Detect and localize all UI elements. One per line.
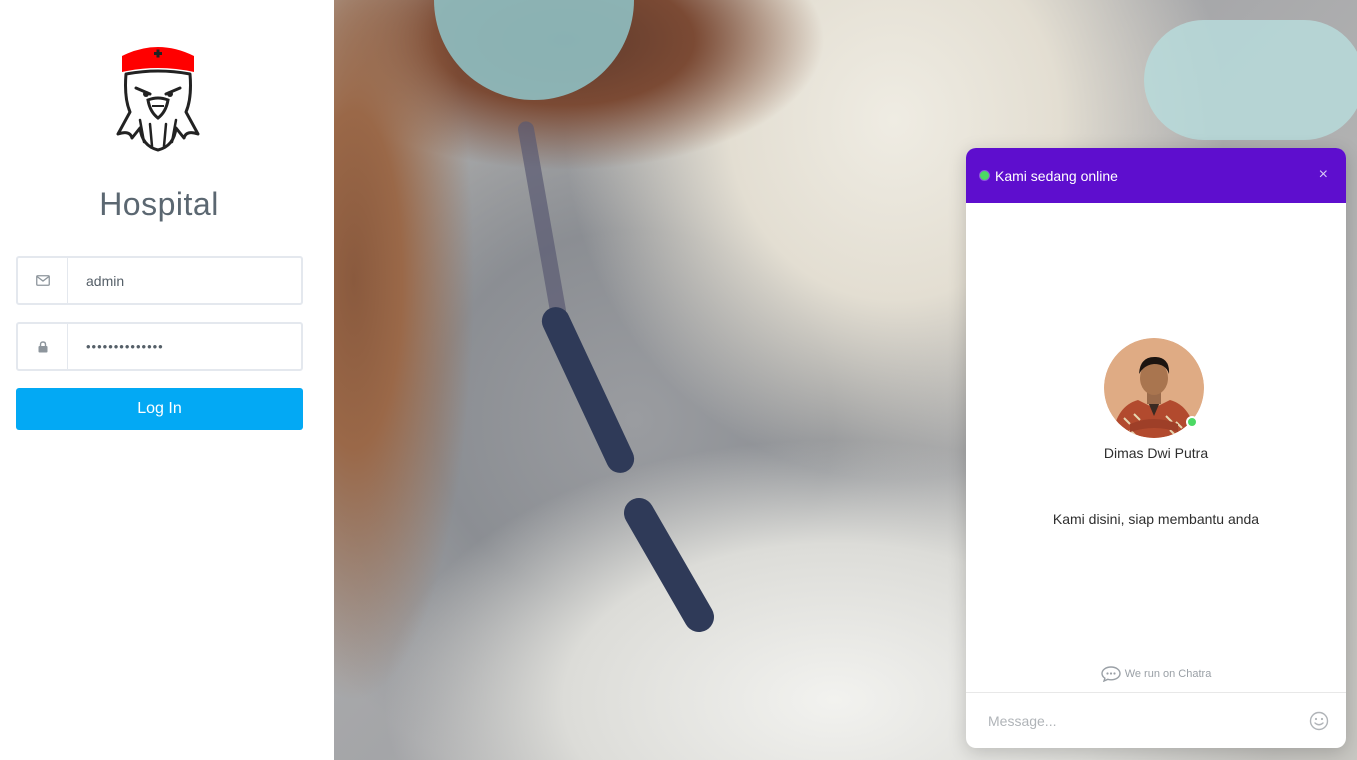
tube-shape <box>618 492 720 638</box>
agent-name: Dimas Dwi Putra <box>1103 445 1209 461</box>
message-bar <box>966 692 1346 748</box>
login-page: Hospital Log In <box>0 0 1357 760</box>
tube-shape <box>516 120 568 320</box>
email-field[interactable] <box>16 256 303 305</box>
login-button[interactable]: Log In <box>16 388 303 430</box>
powered-by-label: We run on Chatra <box>1124 668 1212 680</box>
emoji-icon[interactable] <box>1292 693 1346 748</box>
greeting-message: Kami disini, siap membantu anda <box>1052 511 1260 527</box>
email-input[interactable] <box>68 258 301 303</box>
password-field[interactable] <box>16 322 303 371</box>
login-panel: Hospital Log In <box>0 0 334 760</box>
surgical-mask-shape <box>434 0 634 100</box>
agent-avatar <box>1104 338 1204 438</box>
chat-bubble-icon <box>1100 666 1121 682</box>
powered-by-link[interactable]: We run on Chatra <box>966 666 1346 682</box>
tube-shape <box>537 302 639 478</box>
close-icon[interactable]: × <box>1319 167 1328 183</box>
chat-widget: Kami sedang online × Dimas Dwi Putra Kam… <box>966 148 1346 748</box>
chat-title: Kami sedang online <box>995 167 1118 184</box>
chat-header: Kami sedang online × <box>966 148 1346 203</box>
password-input[interactable] <box>68 324 301 369</box>
lock-icon <box>18 324 68 369</box>
surgical-mask-shape <box>1144 20 1357 140</box>
agent-online-dot <box>1186 416 1198 428</box>
hospital-eagle-logo <box>116 47 200 152</box>
envelope-icon <box>18 258 68 303</box>
message-input[interactable] <box>966 693 1292 748</box>
app-title: Hospital <box>99 186 219 222</box>
online-status-dot <box>980 171 989 180</box>
